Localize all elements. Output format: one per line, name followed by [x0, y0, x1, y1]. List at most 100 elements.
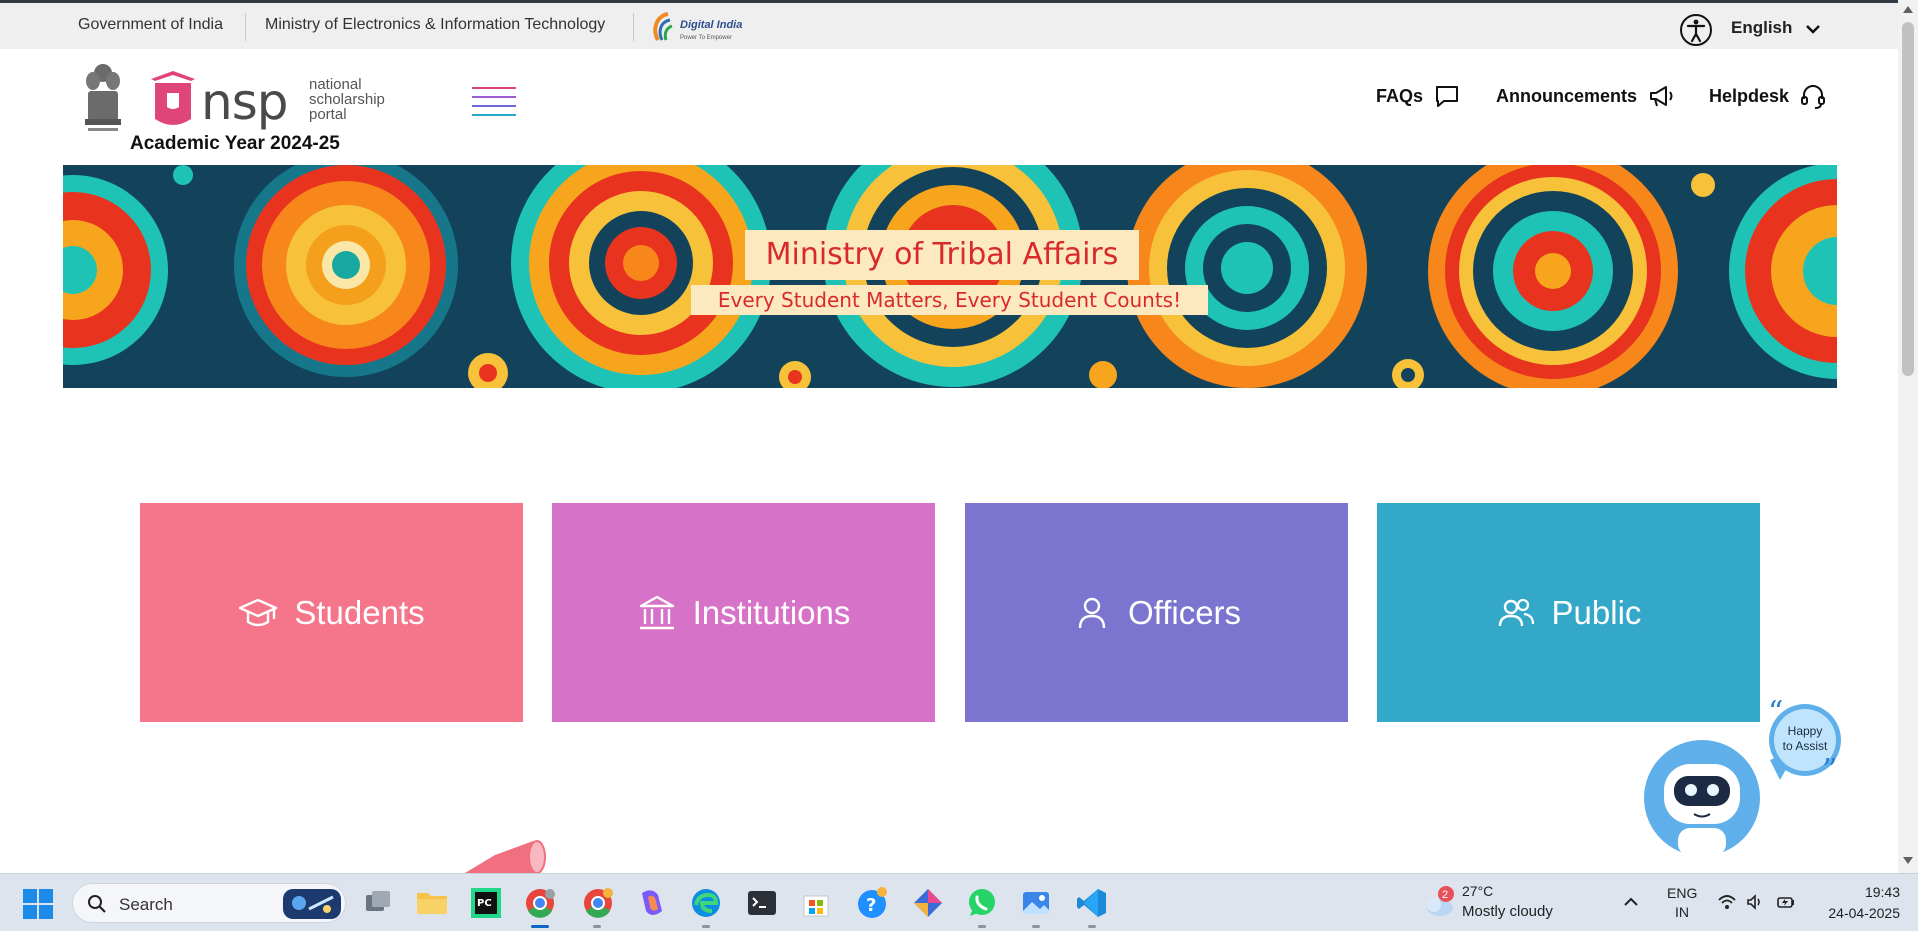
whatsapp-icon [969, 889, 995, 916]
quote-open-icon: “ [1768, 700, 1783, 730]
accessibility-icon[interactable] [1679, 13, 1713, 47]
chrome-profile-app[interactable] [580, 885, 616, 921]
wifi-icon[interactable] [1717, 892, 1737, 912]
headset-icon [1801, 85, 1826, 109]
app-running-indicator [1032, 925, 1040, 928]
photos-app[interactable] [1018, 885, 1054, 921]
banner-tagline: Every Student Matters, Every Student Cou… [691, 285, 1208, 315]
digital-india-logo[interactable]: Digital India Power To Empower [650, 10, 745, 46]
app-running-indicator [978, 925, 986, 928]
copilot-app[interactable] [634, 885, 670, 921]
browser-viewport: Government of India Ministry of Electron… [0, 0, 1918, 931]
lang-line-2: IN [1675, 904, 1689, 920]
vs-code-icon [1077, 889, 1106, 917]
help-icon: ? [858, 887, 887, 918]
weather-badge: 2 [1442, 889, 1448, 901]
public-label: Public [1551, 593, 1642, 631]
people-group-icon [1498, 598, 1534, 626]
scroll-up-arrow-icon[interactable] [1902, 4, 1914, 14]
weather-temperature[interactable]: 27°C [1462, 883, 1493, 899]
microsoft-store-app[interactable] [798, 885, 834, 921]
battery-icon[interactable] [1776, 892, 1796, 912]
institutions-tile[interactable]: Institutions [552, 503, 935, 722]
meity-link[interactable]: Ministry of Electronics & Information Te… [265, 16, 605, 34]
vs-code-app[interactable] [1074, 885, 1110, 921]
taskbar-search-box[interactable]: Search [72, 883, 346, 923]
government-top-bar: Government of India Ministry of Electron… [0, 0, 1898, 49]
search-icon [88, 895, 106, 913]
language-selector[interactable]: English [1731, 18, 1792, 38]
scroll-down-arrow-icon[interactable] [1902, 856, 1914, 866]
announcements-label: Announcements [1496, 85, 1638, 106]
officers-label: Officers [1127, 593, 1242, 631]
search-label: Search [119, 895, 173, 914]
institution-building-icon [639, 595, 674, 629]
pycharm-icon: PC [471, 888, 501, 918]
digital-india-text: Digital India [680, 19, 742, 31]
megaphone-icon [1650, 86, 1673, 107]
academic-year: Academic Year 2024-25 [130, 133, 340, 154]
input-language-indicator[interactable]: ENG IN [1667, 884, 1697, 922]
snipping-tool-app[interactable] [910, 885, 946, 921]
chrome-app[interactable] [522, 885, 558, 921]
windows-taskbar: Search PC ? 2 27°C Mostly cloudy ENG IN … [0, 873, 1918, 931]
helpdesk-label: Helpdesk [1709, 85, 1790, 106]
task-view-icon [366, 891, 390, 911]
faqs-link[interactable]: FAQs [1376, 82, 1461, 110]
banner-title: Ministry of Tribal Affairs [745, 230, 1139, 280]
announcements-link[interactable]: Announcements [1496, 82, 1675, 110]
clock-time[interactable]: 19:43 [1820, 884, 1900, 900]
menu-toggle-button[interactable] [472, 87, 516, 123]
helpdesk-link[interactable]: Helpdesk [1709, 82, 1827, 110]
students-label: Students [294, 593, 425, 631]
scrollbar-thumb[interactable] [1902, 22, 1914, 376]
terminal-app[interactable] [744, 885, 780, 921]
officers-tile[interactable]: Officers [965, 503, 1348, 722]
whatsapp-app[interactable] [964, 885, 1000, 921]
edge-app[interactable] [688, 885, 724, 921]
chatbot-assistant-button[interactable]: Happy to Assist “ ” [1640, 700, 1845, 865]
svg-text:PC: PC [477, 898, 492, 909]
public-tile[interactable]: Public [1377, 503, 1760, 722]
photos-icon [1023, 892, 1049, 914]
graduation-cap-icon [239, 598, 278, 626]
divider [633, 13, 634, 41]
search-highlight-illustration [283, 889, 341, 919]
windows-start-icon[interactable] [22, 888, 54, 920]
copilot-icon [642, 890, 662, 915]
chat-icon [1436, 86, 1459, 107]
pycharm-app[interactable]: PC [468, 885, 504, 921]
weather-description[interactable]: Mostly cloudy [1462, 903, 1553, 920]
chevron-up-icon[interactable] [1622, 893, 1640, 911]
government-of-india-link[interactable]: Government of India [78, 16, 223, 34]
quote-close-icon: ” [1822, 753, 1837, 788]
chrome-profile-icon [584, 888, 613, 918]
site-header: nsp national scholarship portal Academic… [0, 49, 1898, 165]
nsp-logo[interactable]: nsp national scholarship portal [145, 67, 405, 139]
cloudy-weather-icon[interactable]: 2 [1420, 884, 1456, 920]
snipping-tool-icon [914, 889, 942, 917]
task-view-app[interactable] [360, 885, 396, 921]
get-help-app[interactable]: ? [854, 885, 890, 921]
folder-icon [417, 893, 447, 914]
nsp-logo-text: nsp [201, 73, 287, 131]
volume-icon[interactable] [1745, 892, 1765, 912]
clock-date[interactable]: 24-04-2025 [1810, 905, 1900, 921]
page-scrollbar[interactable] [1898, 0, 1918, 873]
institutions-label: Institutions [692, 593, 851, 631]
app-running-indicator [702, 925, 710, 928]
students-tile[interactable]: Students [140, 503, 523, 722]
divider [245, 13, 246, 41]
digital-india-tagline: Power To Empower [680, 35, 732, 41]
chevron-down-icon[interactable] [1803, 19, 1823, 39]
lang-line-1: ENG [1667, 885, 1698, 901]
svg-text:?: ? [866, 895, 876, 916]
faqs-label: FAQs [1376, 85, 1424, 106]
chrome-icon [526, 889, 555, 918]
national-emblem-logo[interactable] [80, 61, 126, 135]
chatbot-bubble-text-1: Happy [1788, 724, 1823, 738]
megaphone-illustration [465, 840, 546, 873]
terminal-icon [748, 891, 776, 915]
file-explorer-app[interactable] [414, 885, 450, 921]
person-icon [1078, 597, 1106, 628]
